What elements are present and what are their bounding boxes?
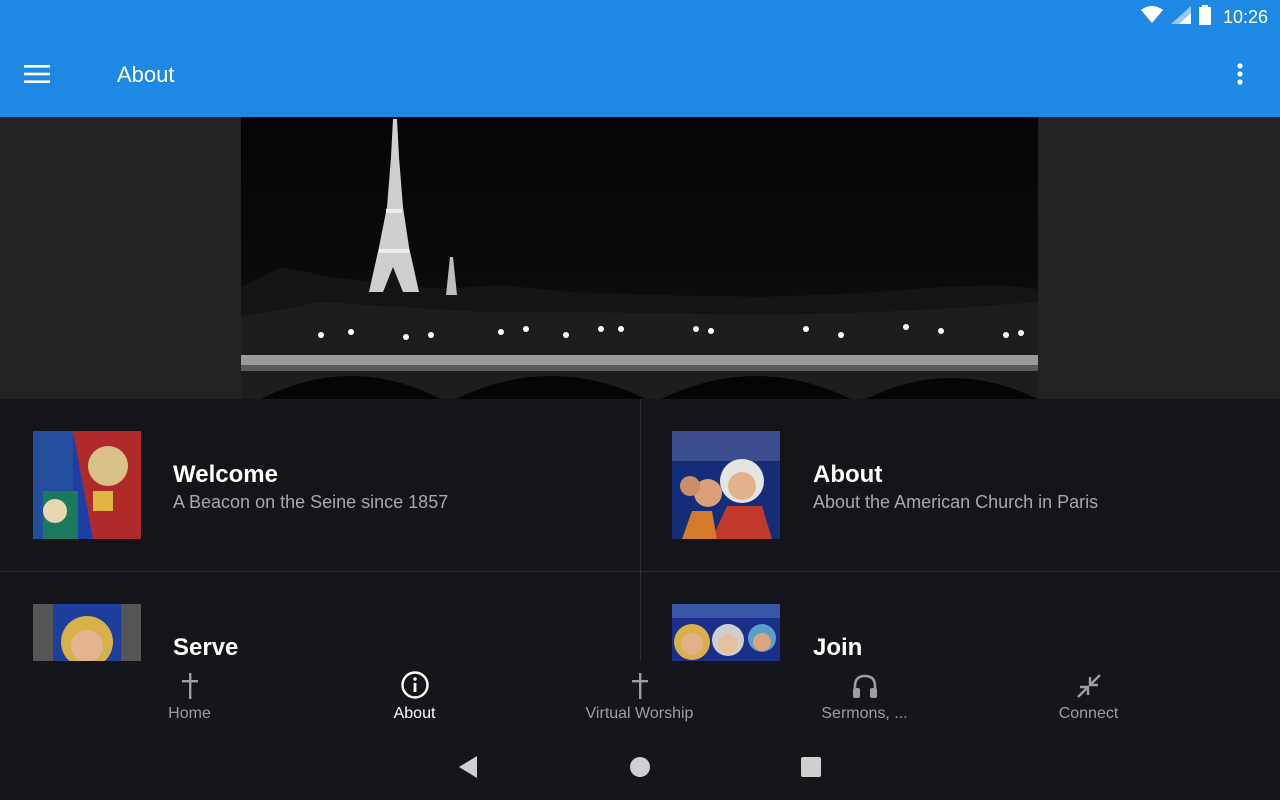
eiffel-tower-night-photo bbox=[241, 117, 1038, 399]
back-button[interactable] bbox=[454, 755, 482, 783]
home-button[interactable] bbox=[626, 755, 654, 783]
page-title: About bbox=[117, 62, 175, 87]
grid-divider-horizontal bbox=[0, 571, 1280, 572]
tile-title: About bbox=[813, 461, 883, 488]
collapse-arrows-icon bbox=[1076, 661, 1102, 699]
info-icon bbox=[400, 661, 429, 699]
hamburger-menu-icon bbox=[24, 64, 50, 88]
nav-item-virtual-worship[interactable]: Virtual Worship bbox=[527, 661, 752, 737]
app-bar: About bbox=[0, 34, 1280, 117]
tile-serve[interactable]: Serve bbox=[0, 572, 640, 661]
content-grid: Welcome A Beacon on the Seine since 1857… bbox=[0, 399, 1280, 661]
status-bar: 10:26 bbox=[0, 0, 1280, 34]
status-icons: 10:26 bbox=[1140, 4, 1268, 30]
nav-label: Sermons, ... bbox=[821, 705, 908, 722]
tile-title: Serve bbox=[173, 634, 239, 661]
signal-icon bbox=[1170, 5, 1191, 29]
home-circle-icon bbox=[629, 756, 651, 783]
stained-glass-thumbnail bbox=[672, 604, 780, 661]
stained-glass-thumbnail bbox=[33, 431, 141, 539]
back-triangle-icon bbox=[457, 755, 479, 784]
battery-icon bbox=[1198, 4, 1211, 30]
tile-subtitle: A Beacon on the Seine since 1857 bbox=[173, 492, 449, 512]
tile-title: Join bbox=[813, 634, 863, 661]
grid-divider-vertical bbox=[640, 399, 641, 661]
nav-item-sermons[interactable]: Sermons, ... bbox=[752, 661, 977, 737]
nav-label: About bbox=[393, 705, 436, 722]
stained-glass-thumbnail bbox=[33, 604, 141, 661]
tile-title: Welcome bbox=[173, 461, 278, 488]
cross-icon bbox=[631, 661, 648, 699]
tile-about[interactable]: About About the American Church in Paris bbox=[640, 399, 1280, 571]
menu-button[interactable] bbox=[24, 56, 72, 96]
bottom-navigation: Home About Virtual Worship Sermons, ... … bbox=[0, 661, 1280, 737]
hero-banner bbox=[0, 117, 1280, 399]
tile-join[interactable]: Join bbox=[640, 572, 1280, 661]
cross-icon bbox=[181, 661, 198, 699]
nav-label: Virtual Worship bbox=[585, 705, 694, 722]
tile-welcome[interactable]: Welcome A Beacon on the Seine since 1857 bbox=[0, 399, 640, 571]
tile-subtitle: About the American Church in Paris bbox=[813, 492, 1099, 512]
headphones-icon bbox=[852, 661, 878, 699]
recents-button[interactable] bbox=[797, 755, 825, 783]
status-clock: 10:26 bbox=[1222, 6, 1268, 27]
nav-item-home[interactable]: Home bbox=[77, 661, 302, 737]
overflow-menu-button[interactable] bbox=[1224, 56, 1256, 96]
nav-label: Home bbox=[168, 705, 211, 722]
stained-glass-thumbnail bbox=[672, 431, 780, 539]
nav-item-about[interactable]: About bbox=[302, 661, 527, 737]
nav-label: Connect bbox=[1058, 705, 1119, 722]
nav-item-connect[interactable]: Connect bbox=[976, 661, 1201, 737]
recents-square-icon bbox=[801, 756, 821, 782]
more-vert-icon bbox=[1237, 62, 1243, 90]
wifi-icon bbox=[1140, 5, 1163, 29]
system-navigation-bar bbox=[0, 737, 1280, 800]
